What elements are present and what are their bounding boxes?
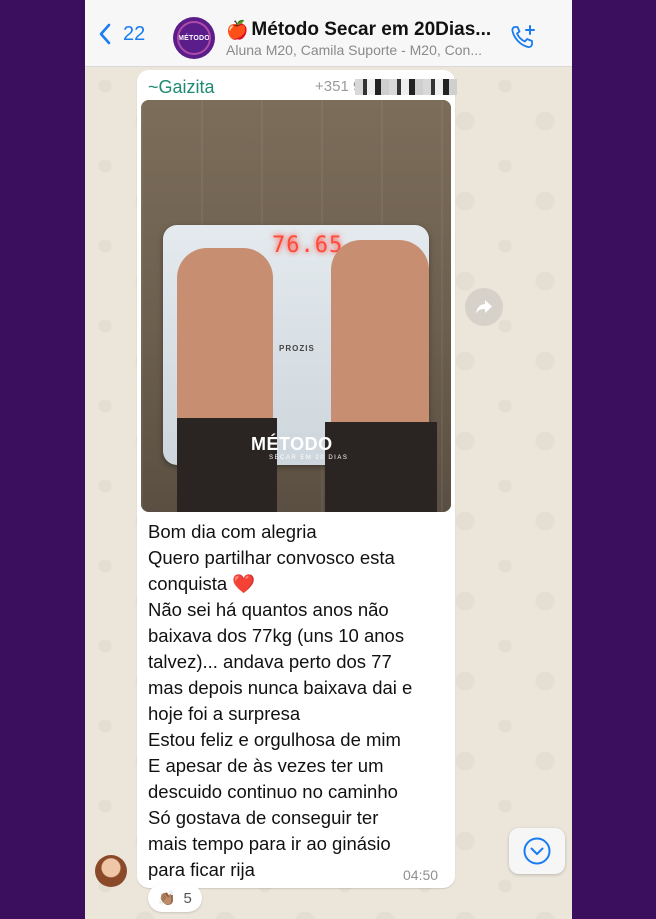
- clap-emoji: 👏🏽: [158, 889, 176, 906]
- add-call-button[interactable]: [508, 22, 538, 52]
- forward-arrow-icon: [476, 300, 492, 314]
- scroll-to-bottom-button[interactable]: [509, 828, 565, 874]
- scale-display: 76.65: [272, 233, 344, 258]
- message-line: baixava dos 77kg (uns 10 anos: [148, 625, 405, 646]
- sender-avatar[interactable]: [95, 855, 127, 887]
- message-line: descuido continuo no caminho: [148, 781, 398, 802]
- chat-header: 22 MÉTODO 🍎 Método Secar em 20Dias... Al…: [85, 0, 572, 67]
- reaction-pill[interactable]: 👏🏽 5: [148, 884, 202, 912]
- group-avatar[interactable]: MÉTODO: [173, 17, 215, 59]
- group-title-row[interactable]: 🍎 Método Secar em 20Dias...: [226, 19, 501, 41]
- message-time: 04:50: [403, 867, 439, 883]
- apple-emoji: 🍎: [226, 20, 249, 40]
- watermark-subtitle: SECAR EM 20 DIAS: [269, 455, 349, 461]
- message-text: Bom dia com alegria Quero partilhar conv…: [148, 519, 448, 883]
- watermark-title: MÉTODO: [251, 434, 333, 454]
- phone-add-icon: [511, 25, 535, 48]
- sender-name[interactable]: ~Gaizita: [148, 77, 215, 98]
- unread-count: 22: [123, 22, 146, 45]
- reaction-count: 5: [183, 889, 192, 907]
- message-line: Bom dia com alegria: [148, 521, 317, 542]
- forward-button[interactable]: [465, 288, 503, 326]
- group-title: Método Secar em 20Dias...: [251, 19, 492, 40]
- message-bubble[interactable]: ~Gaizita +351 9 76.65 PROZIS MÉTODO SECA…: [137, 70, 457, 888]
- message-line: mas depois nunca baixava dai e: [148, 677, 413, 698]
- left-leg: [177, 418, 277, 512]
- message-line: mais tempo para ir ao ginásio: [148, 833, 391, 854]
- chevron-down-circle-icon: [523, 837, 551, 865]
- chevron-left-icon: [99, 23, 111, 45]
- redacted-phone: [355, 79, 457, 95]
- message-line: Quero partilhar convosco esta: [148, 547, 395, 568]
- scale-brand: PROZIS: [279, 344, 315, 353]
- group-members[interactable]: Aluna M20, Camila Suporte - M20, Con...: [226, 42, 506, 58]
- message-line: talvez)... andava perto dos 77: [148, 651, 392, 672]
- message-photo[interactable]: 76.65 PROZIS MÉTODO SECAR EM 20 DIAS: [141, 100, 451, 512]
- photo-watermark: MÉTODO SECAR EM 20 DIAS: [251, 434, 348, 461]
- avatar-ring: [177, 21, 211, 55]
- message-line: Estou feliz e orgulhosa de mim: [148, 729, 401, 750]
- message-line: Não sei há quantos anos não: [148, 599, 389, 620]
- right-foot: [331, 240, 429, 450]
- message-line: E apesar de às vezes ter um: [148, 755, 384, 776]
- message-line: Só gostava de conseguir ter: [148, 807, 379, 828]
- message-line: hoje foi a surpresa: [148, 703, 301, 724]
- back-button[interactable]: 22: [97, 22, 145, 46]
- message-line: conquista ❤️: [148, 573, 256, 594]
